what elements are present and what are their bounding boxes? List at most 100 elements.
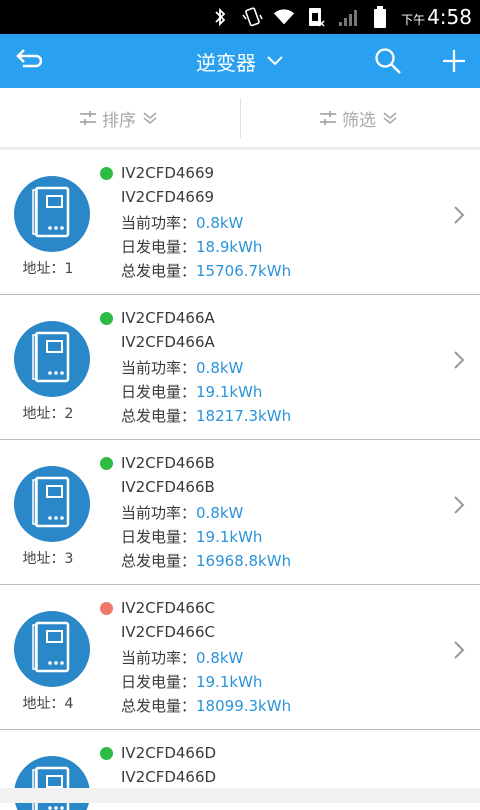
daily-energy: 日发电量：19.1kWh [121, 381, 262, 402]
device-name: IV2CFD466B [121, 454, 215, 472]
clock-time: 4:58 [427, 5, 472, 29]
current-power-value: 0.8kW [196, 359, 244, 377]
total-energy-label: 总发电量： [121, 697, 197, 715]
total-energy-label: 总发电量： [121, 552, 197, 570]
daily-energy-value: 19.1kWh [196, 528, 263, 546]
device-model: IV2CFD466A [121, 333, 215, 351]
chevron-right-icon[interactable] [452, 639, 466, 661]
back-icon[interactable] [14, 47, 42, 75]
device-name: IV2CFD466D [121, 744, 217, 762]
current-power-value: 0.8kW [196, 649, 244, 667]
total-energy: 总发电量：18217.3kWh [121, 405, 291, 426]
daily-energy-label: 日发电量： [121, 238, 197, 256]
device-name: IV2CFD4669 [121, 164, 215, 182]
inverter-avatar [14, 176, 90, 252]
current-power-value: 0.8kW [196, 504, 244, 522]
status-dot [100, 167, 113, 180]
device-address: 地址：4 [22, 696, 74, 712]
chevron-right-icon[interactable] [452, 349, 466, 371]
daily-energy: 日发电量：19.1kWh [121, 671, 262, 692]
device-model: IV2CFD466B [121, 478, 215, 496]
device-card[interactable]: 地址：3 IV2CFD466B IV2CFD466B 当前功率：0.8kW 日发… [0, 440, 480, 585]
sliders-icon [80, 111, 96, 125]
total-energy-value: 18099.3kWh [196, 697, 292, 715]
search-icon[interactable] [374, 47, 402, 75]
device-address: 地址：1 [22, 261, 74, 277]
device-model: IV2CFD466D [121, 768, 217, 786]
current-power-value: 0.8kW [196, 214, 244, 232]
status-dot [100, 312, 113, 325]
current-power-label: 当前功率： [121, 359, 197, 377]
chevron-right-icon[interactable] [452, 204, 466, 226]
current-power: 当前功率：0.8kW [121, 647, 243, 668]
add-icon[interactable] [440, 47, 468, 75]
inverter-icon [32, 476, 70, 528]
daily-energy-value: 19.1kWh [196, 673, 263, 691]
device-card[interactable]: 地址：2 IV2CFD466A IV2CFD466A 当前功率：0.8kW 日发… [0, 295, 480, 440]
daily-energy-label: 日发电量： [121, 673, 197, 691]
title-dropdown[interactable]: 逆变器 [0, 34, 480, 88]
signal-icon [337, 6, 359, 28]
inverter-icon [32, 186, 70, 238]
current-power: 当前功率：0.8kW [121, 502, 243, 523]
current-power-label: 当前功率： [121, 504, 197, 522]
current-power-label: 当前功率： [121, 649, 197, 667]
total-energy-value: 15706.7kWh [196, 262, 292, 280]
clock: 下午 4:58 [401, 5, 472, 29]
inverter-avatar [14, 466, 90, 542]
status-icons: 下午 4:58 [209, 0, 472, 34]
inverter-avatar [14, 321, 90, 397]
clock-ampm: 下午 [401, 13, 426, 27]
daily-energy: 日发电量：19.1kWh [121, 526, 262, 547]
device-model: IV2CFD4669 [121, 188, 215, 206]
inverter-icon [32, 331, 70, 383]
sliders-icon [320, 111, 336, 125]
total-energy-value: 16968.8kWh [196, 552, 292, 570]
status-dot [100, 747, 113, 760]
inverter-icon [32, 621, 70, 673]
device-address: 地址：3 [22, 551, 74, 567]
daily-energy: 日发电量：18.9kWh [121, 236, 262, 257]
device-address: 地址：2 [22, 406, 74, 422]
vibrate-icon [241, 6, 263, 28]
daily-energy-label: 日发电量： [121, 383, 197, 401]
double-chevron-down-icon [143, 112, 157, 125]
battery-icon [369, 6, 391, 28]
filter-button[interactable]: 筛选 [318, 88, 398, 148]
device-model: IV2CFD466C [121, 623, 215, 641]
page-title: 逆变器 [196, 50, 256, 75]
device-card[interactable]: 地址：1 IV2CFD4669 IV2CFD4669 当前功率：0.8kW 日发… [0, 150, 480, 295]
device-card[interactable]: 地址：4 IV2CFD466C IV2CFD466C 当前功率：0.8kW 日发… [0, 585, 480, 730]
chevron-down-icon [267, 56, 283, 66]
total-energy: 总发电量：16968.8kWh [121, 550, 291, 571]
total-energy: 总发电量：18099.3kWh [121, 695, 291, 716]
device-name: IV2CFD466C [121, 599, 215, 617]
wifi-icon [273, 6, 295, 28]
daily-energy-value: 18.9kWh [196, 238, 263, 256]
status-dot [100, 457, 113, 470]
inverter-avatar [14, 611, 90, 687]
chevron-right-icon[interactable] [452, 494, 466, 516]
bluetooth-icon [209, 6, 231, 28]
sim-icon [305, 6, 327, 28]
sort-label: 排序 [102, 110, 136, 131]
daily-energy-label: 日发电量： [121, 528, 197, 546]
filter-label: 筛选 [342, 110, 376, 131]
double-chevron-down-icon [383, 112, 397, 125]
filter-divider [240, 98, 241, 138]
total-energy-label: 总发电量： [121, 262, 197, 280]
current-power: 当前功率：0.8kW [121, 212, 243, 233]
total-energy-label: 总发电量： [121, 407, 197, 425]
current-power-label: 当前功率： [121, 214, 197, 232]
status-dot [100, 602, 113, 615]
current-power: 当前功率：0.8kW [121, 357, 243, 378]
filter-bar: 排序 筛选 [0, 88, 480, 148]
app-bar: 逆变器 [0, 34, 480, 88]
device-name: IV2CFD466A [121, 309, 215, 327]
bottom-edge [0, 788, 480, 803]
daily-energy-value: 19.1kWh [196, 383, 263, 401]
total-energy-value: 18217.3kWh [196, 407, 292, 425]
sort-button[interactable]: 排序 [78, 88, 158, 148]
status-bar: 下午 4:58 [0, 0, 480, 34]
device-list: 地址：1 IV2CFD4669 IV2CFD4669 当前功率：0.8kW 日发… [0, 150, 480, 810]
